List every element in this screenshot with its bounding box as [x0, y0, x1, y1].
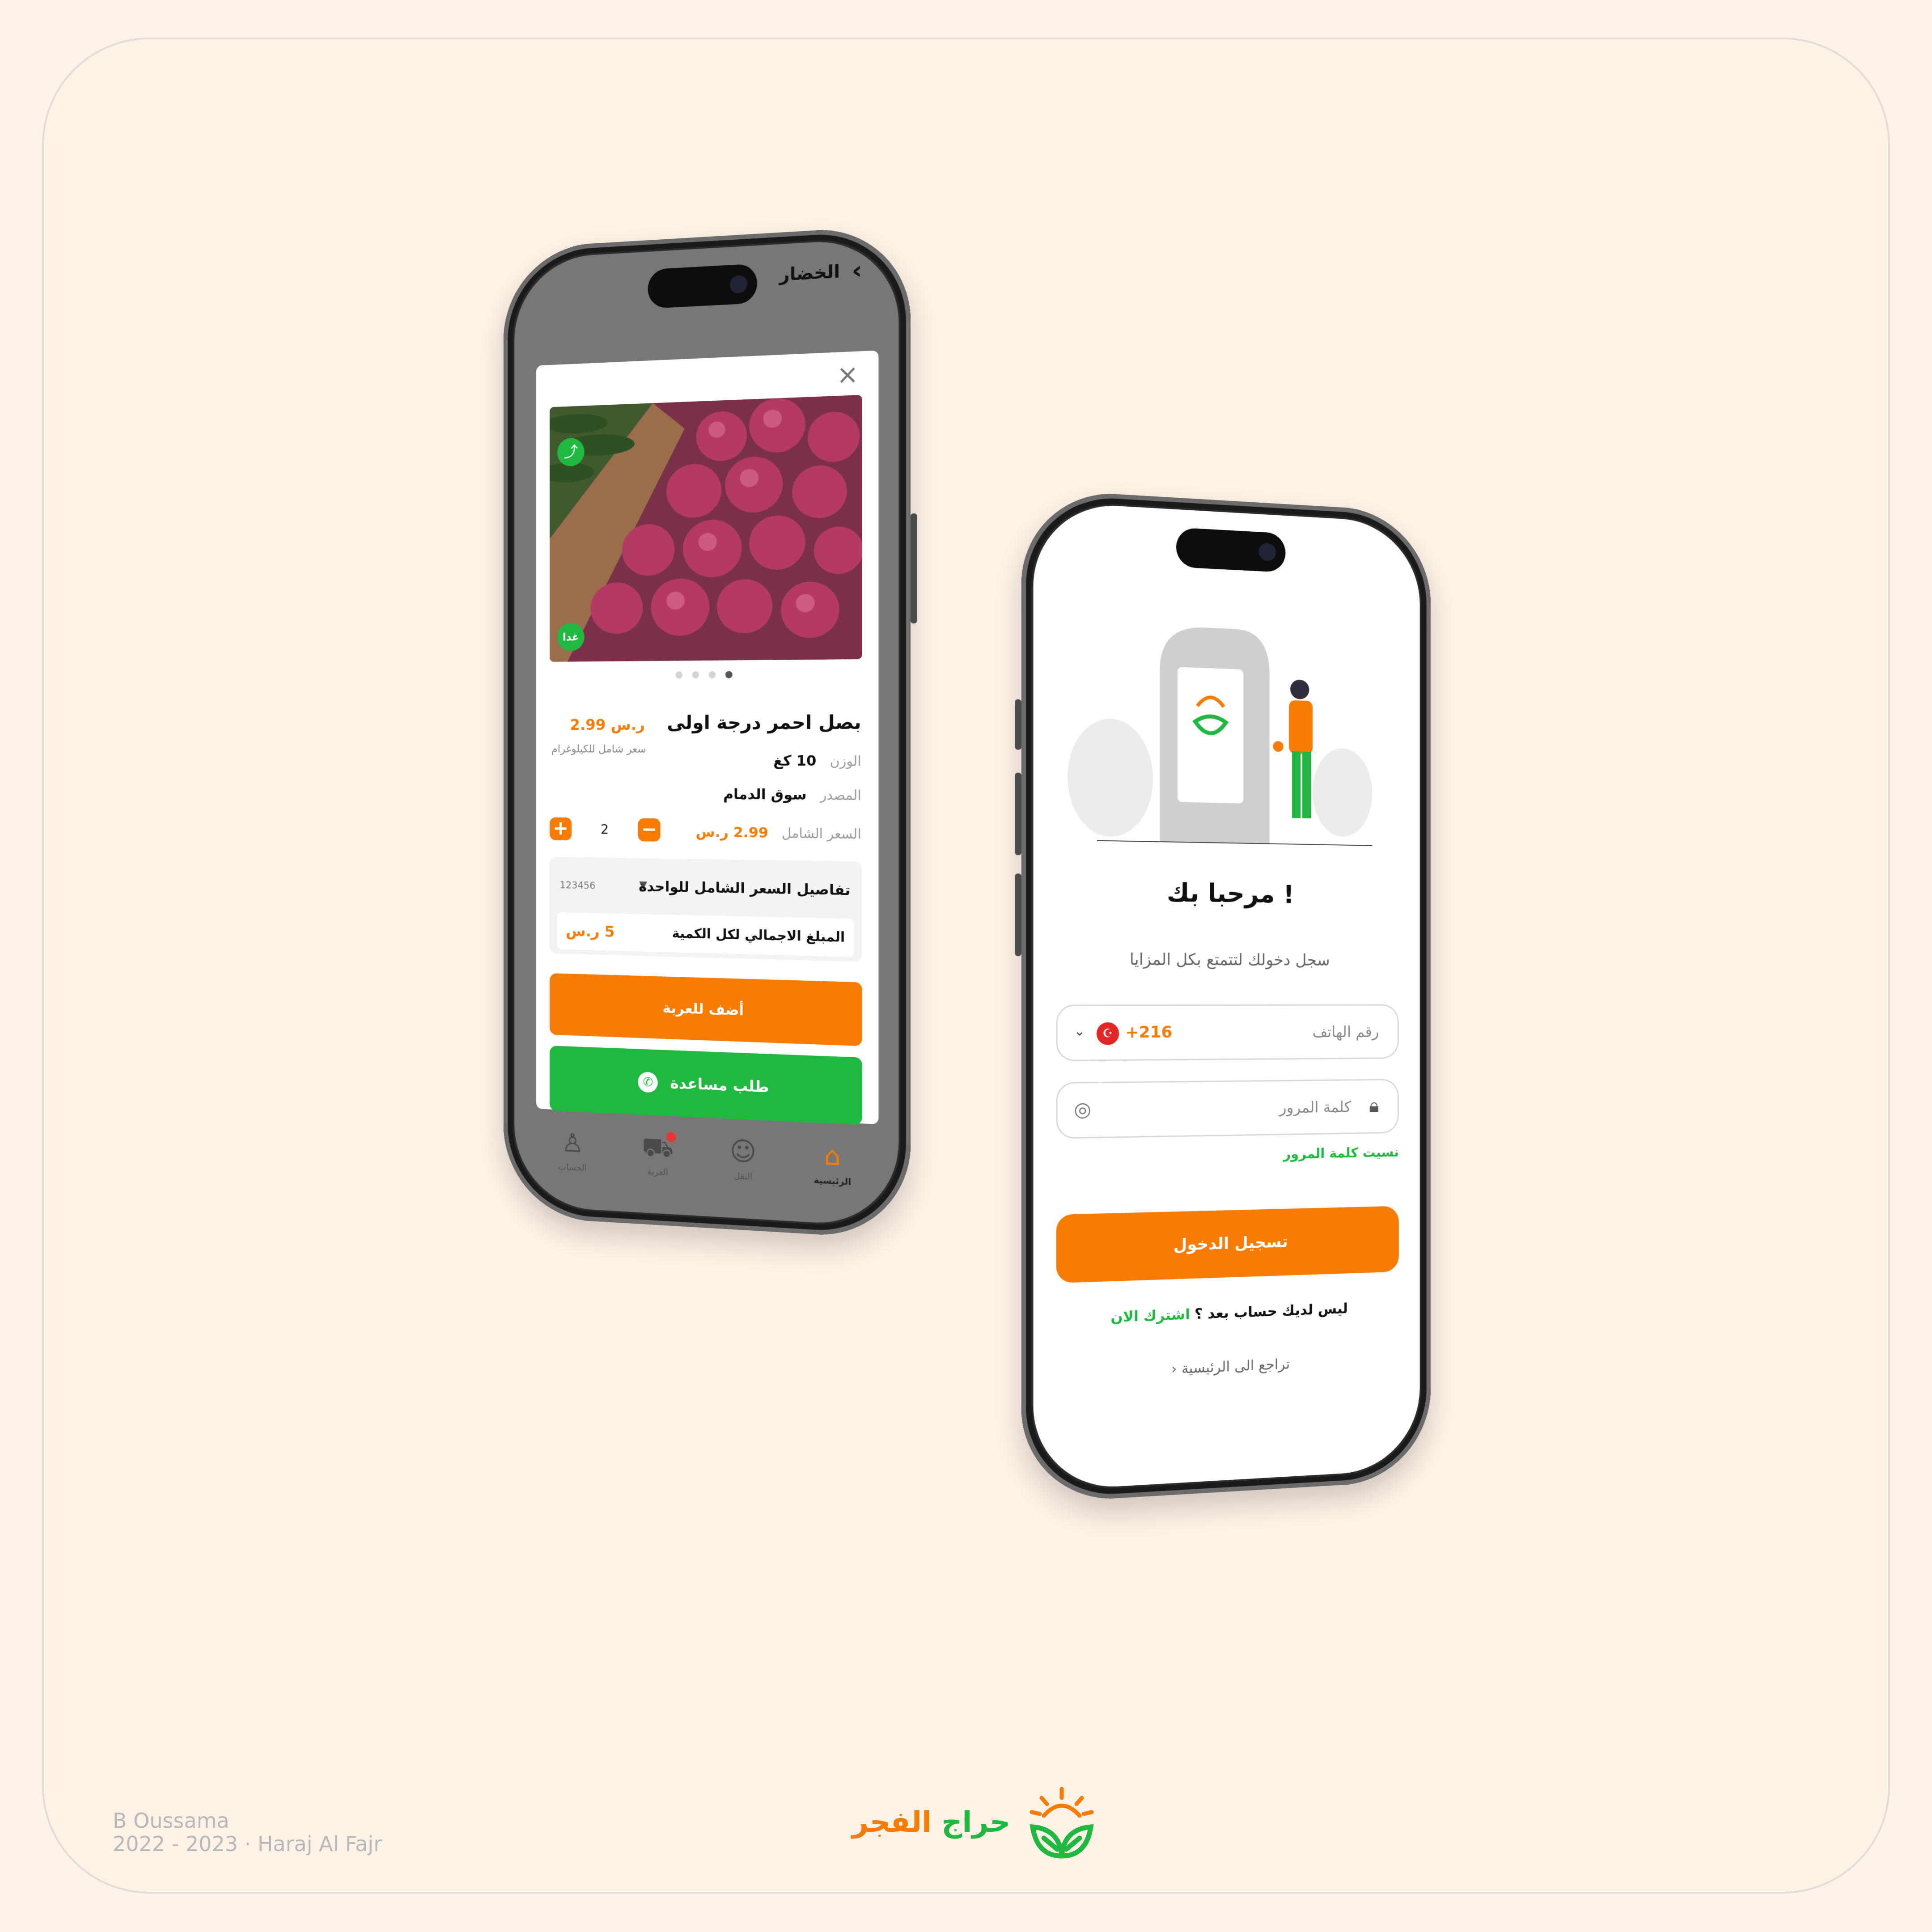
tab-cart[interactable]: ⛟ العربة [642, 1134, 674, 1178]
weight-value: 10 كغ [773, 752, 816, 769]
user-icon: ♙ [561, 1130, 583, 1157]
carousel-dot[interactable] [676, 671, 683, 678]
total-price-label: السعر الشامل [782, 826, 861, 843]
tunisia-flag-icon[interactable]: ☪ [1097, 1022, 1119, 1045]
carousel-dots[interactable] [536, 670, 879, 679]
project-years: 2022 - 2023 · Haraj Al Fajr [113, 1832, 382, 1856]
product-price: 2.99 ر.س [570, 716, 644, 734]
back-chevron-icon[interactable]: › [852, 258, 862, 284]
login-phone-mockup: مرحبا بك ! سجل دخولك لتتمتع بكل المزايا … [1021, 488, 1431, 1504]
close-icon[interactable]: × [837, 359, 859, 390]
quantity-stepper: + 2 − [550, 817, 661, 841]
price-details-box[interactable]: 123456 ▼ تفاصيل السعر الشامل للواحدة الم… [550, 857, 862, 962]
decrement-button[interactable]: − [638, 818, 660, 842]
action-button [1015, 699, 1021, 750]
category-title: الخضار [780, 261, 840, 285]
product-image: ⤴ غدا [550, 395, 862, 662]
total-price-row: السعر الشامل 2.99 ر.س [696, 823, 861, 843]
details-title: تفاصيل السعر الشامل للواحدة [639, 878, 850, 899]
power-button [911, 513, 917, 623]
tab-home-label: الرئيسية [813, 1174, 851, 1187]
brand-word-orange: الفجر [852, 1806, 932, 1839]
password-field[interactable]: 🔒︎ كلمة المرور ◎ [1056, 1079, 1399, 1139]
phone-field[interactable]: رقم الهاتف +216 ☪ ⌄ [1056, 1004, 1399, 1061]
tab-account-label: الحساب [558, 1161, 587, 1173]
login-illustration [1056, 603, 1385, 846]
back-home-label: تراجع الى الرئيسية [1182, 1355, 1290, 1377]
product-title: بصل احمر درجة اولى [667, 711, 861, 733]
add-to-cart-button[interactable]: أضف للعربة [550, 973, 862, 1046]
dynamic-island [648, 263, 758, 309]
brand-leaf-sun-icon [1024, 1784, 1100, 1860]
author-name: B Oussama [113, 1809, 382, 1832]
request-help-label: طلب مساعدة [670, 1074, 769, 1096]
dynamic-island [1176, 527, 1285, 572]
welcome-title: مرحبا بك ! [1034, 877, 1420, 911]
carousel-dot[interactable] [692, 671, 699, 678]
password-placeholder: كلمة المرور [1280, 1098, 1351, 1117]
product-screen: › الخضار × ⤴ غدا بصل احمر درجة اولى 2.99… [514, 237, 898, 1228]
grand-total-row: المبلغ الاجمالي لكل الكمية 5 ر.س [557, 912, 854, 957]
carousel-dot-active[interactable] [725, 671, 733, 678]
author-credit: B Oussama 2022 - 2023 · Haraj Al Fajr [113, 1809, 382, 1856]
back-home-link[interactable]: تراجع الى الرئيسية ‹ [1034, 1350, 1420, 1384]
price-note: سعر شامل للكيلوغرام [551, 743, 646, 755]
forgot-password-link[interactable]: نسيت كلمة المرور [1284, 1144, 1399, 1162]
welcome-subtitle: سجل دخولك لتتمتع بكل المزايا [1034, 950, 1420, 970]
subscribe-link[interactable]: اشترك الان [1110, 1305, 1190, 1326]
delivery-icon: ☺ [729, 1138, 756, 1165]
tab-account[interactable]: ♙ الحساب [558, 1130, 587, 1174]
details-code: 123456 [560, 880, 596, 891]
bottom-tab-bar: ⌂ الرئيسية ☺ النقل ⛟ العربة ♙ الحساب [531, 1110, 881, 1208]
tab-home[interactable]: ⌂ الرئيسية [813, 1142, 851, 1187]
chevron-down-icon[interactable]: ⌄ [1074, 1023, 1085, 1039]
tomorrow-badge: غدا [557, 623, 585, 651]
grand-total-value: 5 ر.س [566, 922, 614, 941]
tab-delivery-label: النقل [733, 1170, 752, 1182]
login-button[interactable]: تسجيل الدخول [1056, 1206, 1399, 1283]
signup-prompt: ليس لديك حساب بعد ؟ اشترك الان [1034, 1297, 1420, 1329]
weight-label: الوزن [830, 754, 861, 770]
grand-total-label: المبلغ الاجمالي لكل الكمية [672, 925, 845, 945]
product-phone-mockup: › الخضار × ⤴ غدا بصل احمر درجة اولى 2.99… [504, 225, 911, 1240]
quantity-value: 2 [601, 822, 609, 837]
no-account-text: ليس لديك حساب بعد ؟ [1195, 1300, 1348, 1322]
source-label: المصدر [820, 788, 861, 804]
whatsapp-icon: ✆ [638, 1072, 658, 1093]
weight-row: الوزن 10 كغ [773, 752, 861, 769]
cart-badge [666, 1132, 676, 1142]
brand-wordmark: حراج الفجر [852, 1806, 1010, 1839]
lock-icon: 🔒︎ [1369, 1094, 1379, 1117]
volume-down-button [1015, 873, 1021, 956]
carousel-dot[interactable] [709, 671, 716, 678]
source-row: المصدر سوق الدمام [723, 785, 861, 804]
cart-icon: ⛟ [642, 1134, 674, 1161]
country-code[interactable]: +216 [1125, 1023, 1172, 1042]
onions-photo [550, 395, 862, 662]
category-header: › الخضار [780, 258, 862, 288]
phone-placeholder: رقم الهاتف [1313, 1023, 1379, 1041]
home-icon: ⌂ [824, 1142, 841, 1169]
showcase-frame [42, 38, 1890, 1894]
brand-logo: حراج الفجر [852, 1784, 1100, 1860]
tab-cart-label: العربة [647, 1166, 668, 1178]
eye-off-icon[interactable]: ◎ [1074, 1098, 1091, 1121]
increment-button[interactable]: + [550, 817, 572, 840]
volume-up-button [1015, 772, 1021, 855]
tab-delivery[interactable]: ☺ النقل [729, 1138, 756, 1182]
brand-word-green: حراج [941, 1806, 1010, 1839]
chevron-left-icon: ‹ [1171, 1360, 1177, 1377]
login-screen: مرحبا بك ! سجل دخولك لتتمتع بكل المزايا … [1034, 501, 1420, 1491]
source-value: سوق الدمام [723, 785, 807, 803]
product-modal: × ⤴ غدا بصل احمر درجة اولى 2.99 ر.س سعر … [536, 350, 879, 1124]
total-price-value: 2.99 ر.س [696, 823, 768, 841]
